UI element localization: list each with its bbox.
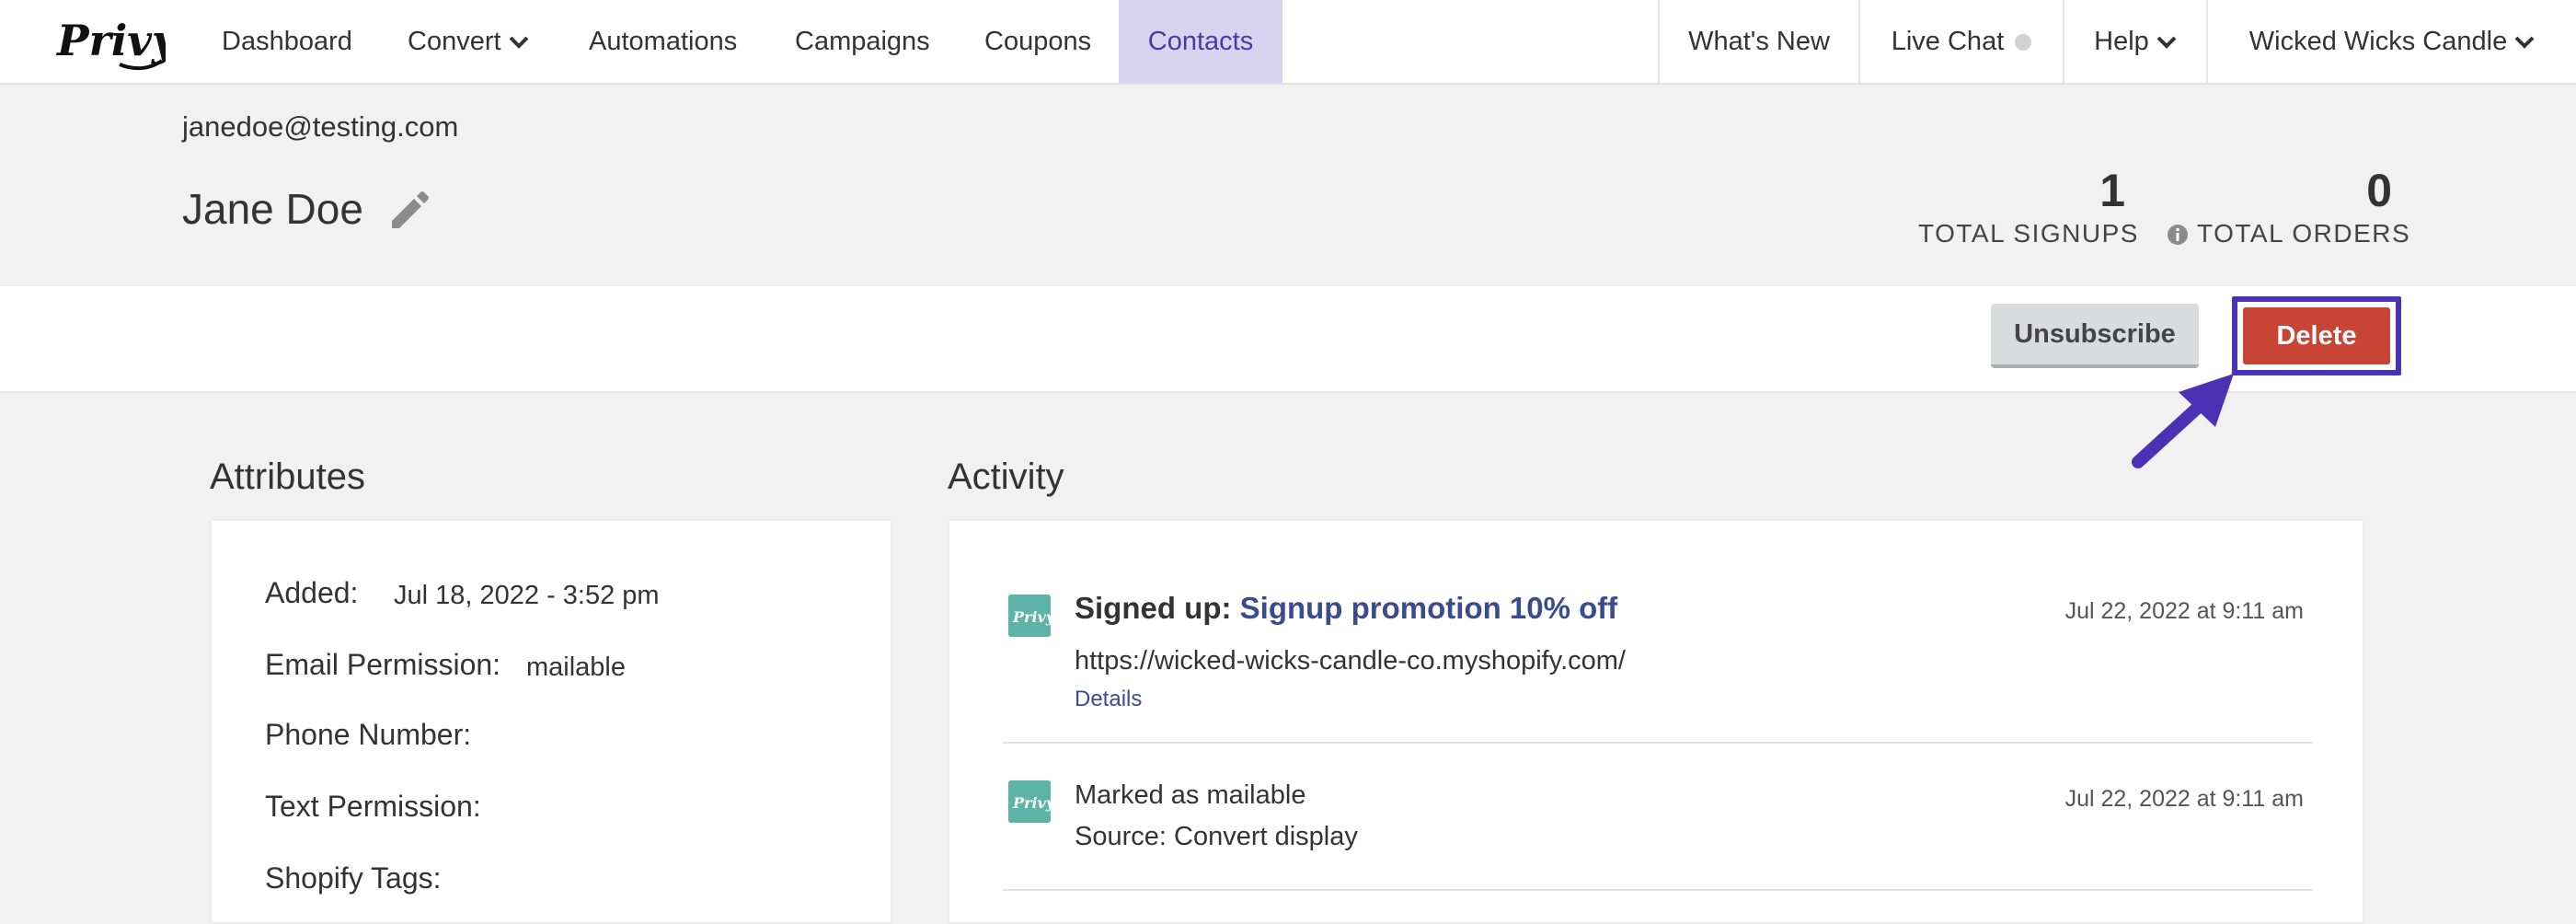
contact-name: Jane Doe [182,185,363,233]
activity-card: Privy Signed up: Signup promotion 10% of… [948,519,2364,924]
privy-logo[interactable]: Privy [55,13,166,74]
attr-text-permission-label: Text Permission: [265,790,481,823]
chevron-down-icon [2156,36,2177,50]
nav-account[interactable]: Wicked Wicks Candle [2206,0,2576,83]
nav-convert[interactable]: Convert [408,0,529,83]
attr-added-value: Jul 18, 2022 - 3:52 pm [394,581,660,610]
status-dot-icon [2015,34,2032,52]
nav-live-chat[interactable]: Live Chat [1858,0,2063,83]
attr-email-permission-value: mailable [526,653,626,682]
total-orders-value: 0 [2366,165,2392,216]
nav-automations[interactable]: Automations [589,0,737,83]
activity-campaign-link[interactable]: Signup promotion 10% off [1240,591,1618,625]
activity-signup-url: https://wicked-wicks-candle-co.myshopify… [1075,646,1626,676]
privy-badge-icon: Privy [1008,780,1051,823]
chevron-down-icon [509,36,528,50]
unsubscribe-button[interactable]: Unsubscribe [1991,304,2199,368]
live-chat-label: Live Chat [1891,27,2005,56]
svg-text:Privy: Privy [55,16,166,65]
help-label: Help [2094,27,2149,56]
pencil-icon[interactable] [385,188,431,234]
chevron-down-icon [2514,36,2535,50]
nav-contacts[interactable]: Contacts [1119,0,1282,83]
total-signups-value: 1 [2099,165,2125,216]
activity-signup-title: Signed up: Signup promotion 10% off [1075,591,1617,626]
top-nav: Privy Dashboard Convert Automations Camp… [0,0,2576,85]
activity-mailable-time: Jul 22, 2022 at 9:11 am [2064,786,2304,812]
activity-signup-prefix: Signed up: [1075,591,1232,625]
attr-phone-label: Phone Number: [265,718,472,751]
activity-mailable-text: Marked as mailable [1075,780,1306,810]
account-label: Wicked Wicks Candle [2248,27,2508,56]
nav-coupons[interactable]: Coupons [984,0,1091,83]
attr-shopify-tags-label: Shopify Tags: [265,861,442,895]
total-signups-label: TOTAL SIGNUPS [1918,219,2139,248]
privy-badge-icon: Privy [1008,595,1051,637]
nav-dashboard[interactable]: Dashboard [222,0,352,83]
nav-campaigns[interactable]: Campaigns [795,0,930,83]
activity-details-link[interactable]: Details [1075,687,1142,712]
activity-signup-time: Jul 22, 2022 at 9:11 am [2064,598,2304,624]
svg-text:Privy: Privy [1012,794,1051,812]
attributes-card: Added: Jul 18, 2022 - 3:52 pm Email Perm… [210,519,892,924]
activity-mailable-source: Source: Convert display [1075,822,1358,851]
nav-convert-label: Convert [408,27,501,56]
activity-divider [1003,742,2313,744]
arrow-icon [2132,374,2234,468]
attributes-title: Attributes [210,456,365,497]
contact-email: janedoe@testing.com [182,110,459,143]
attr-email-permission-label: Email Permission: [265,648,501,681]
svg-text:Privy: Privy [1012,608,1051,626]
nav-whats-new[interactable]: What's New [1658,0,1858,83]
delete-button[interactable]: Delete [2243,307,2390,364]
activity-divider [1003,889,2313,891]
attr-added-label: Added: [265,576,359,609]
info-icon[interactable] [2167,224,2189,246]
total-orders-label: TOTAL ORDERS [2197,219,2411,248]
activity-title: Activity [948,456,1064,497]
nav-help[interactable]: Help [2063,0,2206,83]
